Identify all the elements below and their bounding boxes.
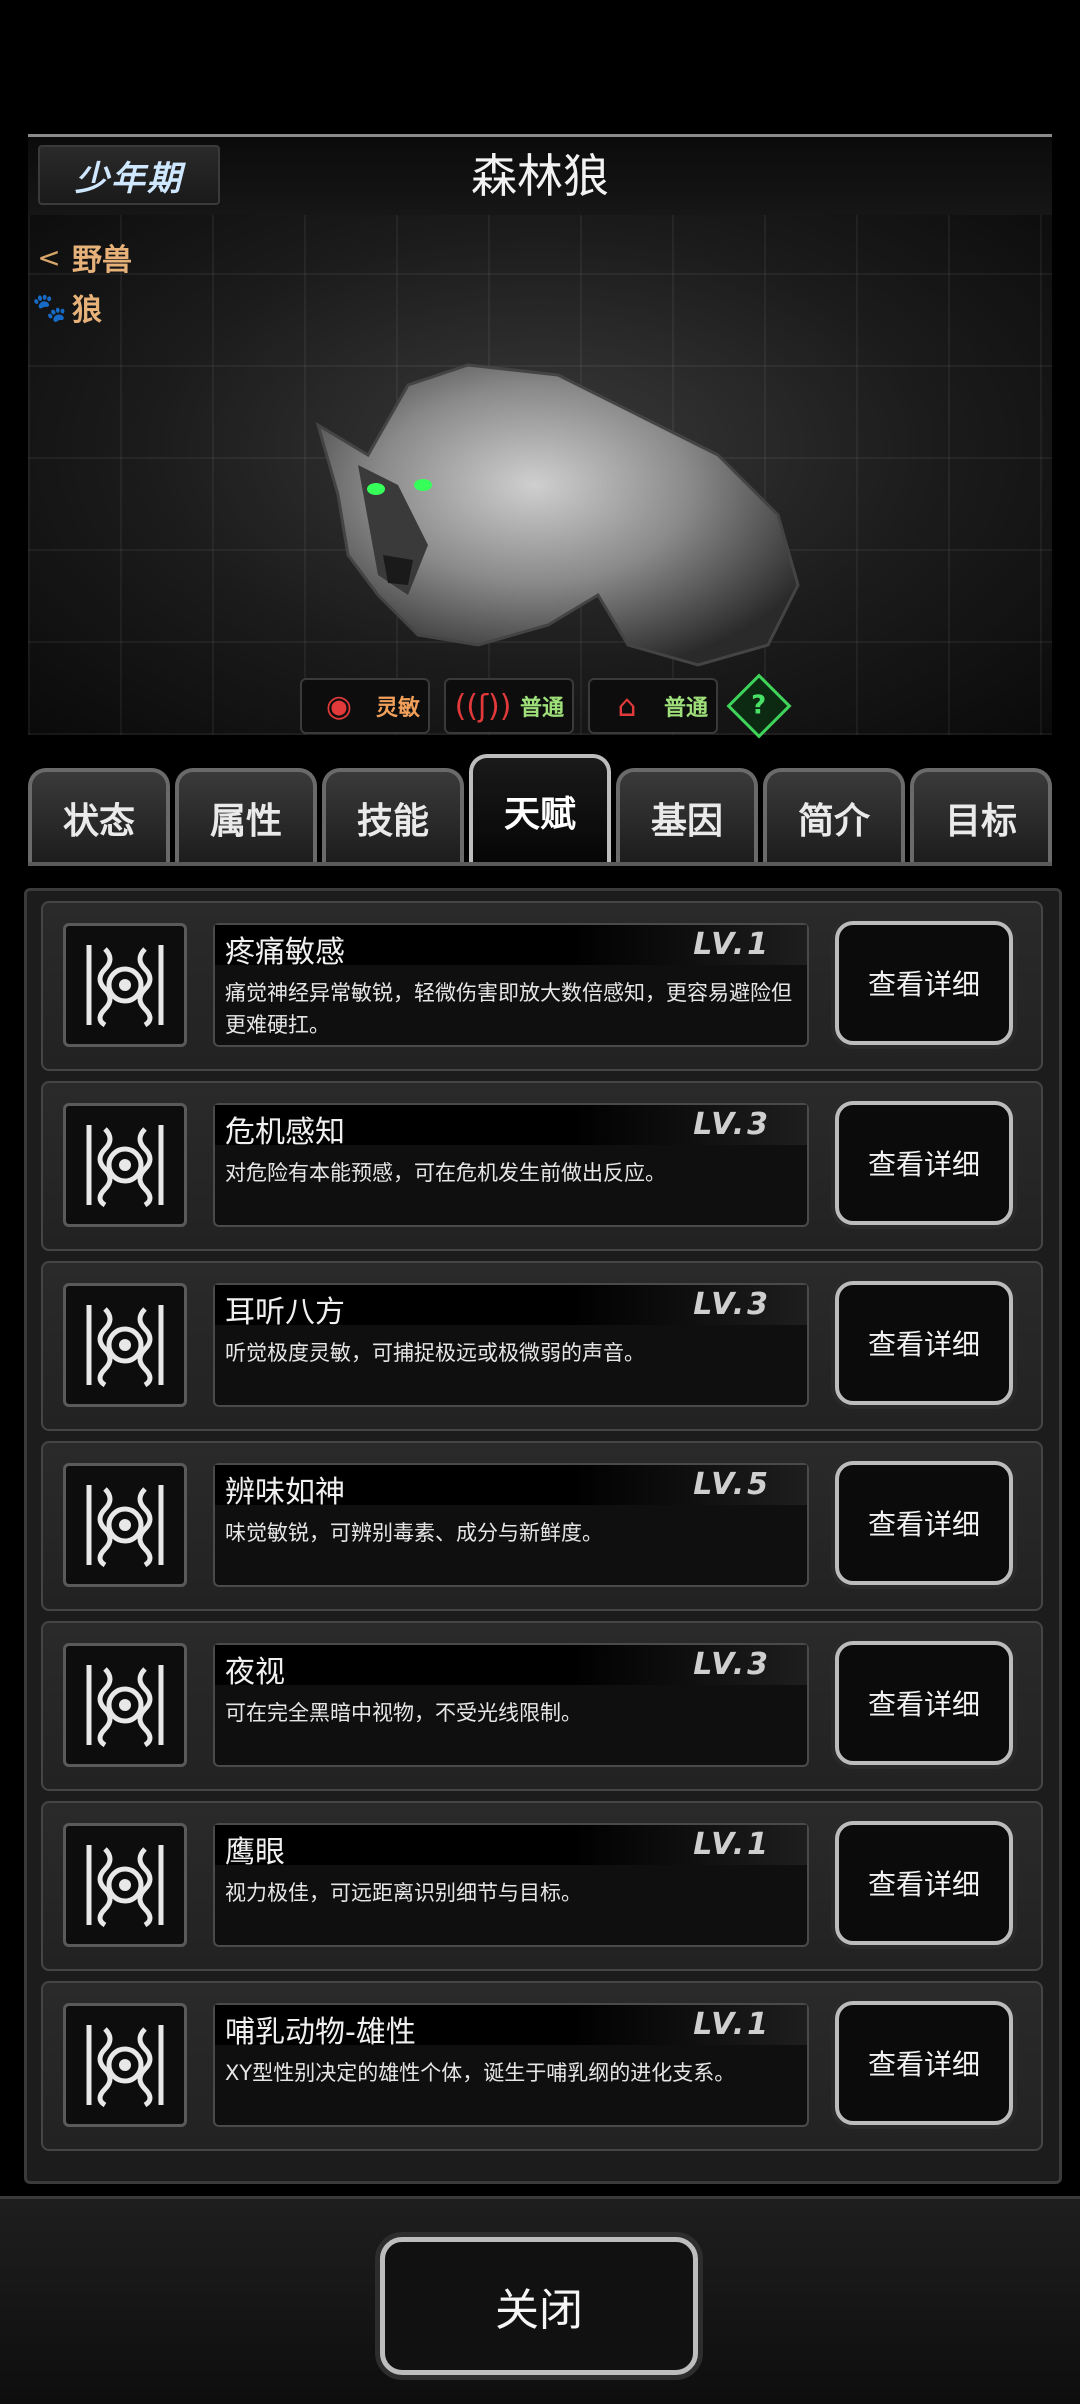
talent-row: 危机感知 LV.3 对危险有本能预感，可在危机发生前做出反应。 查看详细 xyxy=(41,1081,1043,1251)
talent-description: XY型性别决定的雄性个体，诞生于哺乳纲的进化支系。 xyxy=(225,2061,736,2085)
talent-description: 听觉极度灵敏，可捕捉极远或极微弱的声音。 xyxy=(225,1341,645,1365)
talent-emblem-icon xyxy=(63,1823,187,1947)
footer-bar: 关闭 xyxy=(0,2196,1080,2404)
tab-status[interactable]: 状态 xyxy=(28,768,170,864)
talent-level: LV.3 xyxy=(693,1647,771,1682)
talent-level: LV.1 xyxy=(693,927,771,962)
tag-species: 🐾 狼 xyxy=(32,285,102,329)
talent-name: 夜视 xyxy=(225,1655,285,1690)
talent-info: 耳听八方 LV.3 听觉极度灵敏，可捕捉极远或极微弱的声音。 xyxy=(213,1283,809,1407)
talent-description: 视力极佳，可远距离识别细节与目标。 xyxy=(225,1881,582,1905)
tab-intro[interactable]: 简介 xyxy=(763,768,905,864)
talent-name: 辨味如神 xyxy=(225,1475,345,1510)
talent-level: LV.1 xyxy=(693,1827,771,1862)
view-detail-button[interactable]: 查看详细 xyxy=(835,921,1013,1045)
talent-row: 疼痛敏感 LV.1 痛觉神经异常敏锐，轻微伤害即放大数倍感知，更容易避险但更难硬… xyxy=(41,901,1043,1071)
talent-emblem-icon xyxy=(63,923,187,1047)
talent-emblem-icon xyxy=(63,1283,187,1407)
sense-badges: ◉ 灵敏 ((ʃ)) 普通 ⌂ 普通 ? xyxy=(300,673,792,739)
tab-divider xyxy=(28,862,1052,866)
talent-description: 对危险有本能预感，可在危机发生前做出反应。 xyxy=(225,1161,666,1185)
talent-emblem-icon xyxy=(63,1103,187,1227)
talent-name-bar: 疼痛敏感 LV.1 xyxy=(215,925,807,970)
tag-label: 狼 xyxy=(72,293,102,328)
sense-badge-hearing[interactable]: ((ʃ)) 普通 xyxy=(444,678,575,734)
header-bar: 森林狼 少年期 xyxy=(28,134,1052,218)
talent-level: LV.5 xyxy=(693,1467,771,1502)
eye-icon: ◉ xyxy=(325,688,353,724)
view-detail-button[interactable]: 查看详细 xyxy=(835,1101,1013,1225)
talent-name: 疼痛敏感 xyxy=(225,935,345,970)
talent-row: 鹰眼 LV.1 视力极佳，可远距离识别细节与目标。 查看详细 xyxy=(41,1801,1043,1971)
sense-badge-sight[interactable]: ◉ 灵敏 xyxy=(300,678,431,734)
talent-name: 哺乳动物-雄性 xyxy=(225,2015,416,2050)
sense-badge-smell[interactable]: ⌂ 普通 xyxy=(588,678,719,734)
talent-emblem-icon xyxy=(63,1643,187,1767)
talent-level: LV.1 xyxy=(693,2007,771,2042)
creature-portrait: < 野兽 🐾 狼 ◉ 灵敏 ((ʃ)) 普通 ⌂ 普通 ? xyxy=(28,215,1052,739)
talent-name: 鹰眼 xyxy=(225,1835,285,1870)
talent-name: 危机感知 xyxy=(225,1115,345,1150)
tab-skills[interactable]: 技能 xyxy=(322,768,464,864)
tag-label: 野兽 xyxy=(72,243,132,278)
view-detail-button[interactable]: 查看详细 xyxy=(835,2001,1013,2125)
close-button[interactable]: 关闭 xyxy=(380,2237,698,2375)
sense-label: 灵敏 xyxy=(376,696,421,721)
talent-emblem-icon xyxy=(63,1463,187,1587)
talent-name-bar: 夜视 LV.3 xyxy=(215,1645,807,1690)
tab-talents[interactable]: 天赋 xyxy=(469,754,611,864)
tab-goals[interactable]: 目标 xyxy=(910,768,1052,864)
talent-description: 可在完全黑暗中视物，不受光线限制。 xyxy=(225,1701,582,1725)
talent-name: 耳听八方 xyxy=(225,1295,345,1330)
tab-bar: 状态 属性 技能 天赋 基因 简介 目标 xyxy=(28,754,1052,864)
view-detail-button[interactable]: 查看详细 xyxy=(835,1821,1013,1945)
talent-info: 哺乳动物-雄性 LV.1 XY型性别决定的雄性个体，诞生于哺乳纲的进化支系。 xyxy=(213,2003,809,2127)
talent-info: 辨味如神 LV.5 味觉敏锐，可辨别毒素、成分与新鲜度。 xyxy=(213,1463,809,1587)
talent-name-bar: 哺乳动物-雄性 LV.1 xyxy=(215,2005,807,2050)
share-icon: < xyxy=(37,240,61,274)
talent-row: 哺乳动物-雄性 LV.1 XY型性别决定的雄性个体，诞生于哺乳纲的进化支系。 查… xyxy=(41,1981,1043,2151)
talent-description: 痛觉神经异常敏锐，轻微伤害即放大数倍感知，更容易避险但更难硬扛。 xyxy=(225,981,792,1037)
question-icon: ? xyxy=(751,691,767,721)
talent-level: LV.3 xyxy=(693,1107,771,1142)
talent-info: 夜视 LV.3 可在完全黑暗中视物，不受光线限制。 xyxy=(213,1643,809,1767)
tab-attributes[interactable]: 属性 xyxy=(175,768,317,864)
talent-info: 鹰眼 LV.1 视力极佳，可远距离识别细节与目标。 xyxy=(213,1823,809,1947)
help-button[interactable]: ? xyxy=(726,673,792,739)
tag-category: < 野兽 xyxy=(32,235,132,279)
talent-info: 危机感知 LV.3 对危险有本能预感，可在危机发生前做出反应。 xyxy=(213,1103,809,1227)
sense-label: 普通 xyxy=(664,696,709,721)
tab-genes[interactable]: 基因 xyxy=(616,768,758,864)
view-detail-button[interactable]: 查看详细 xyxy=(835,1281,1013,1405)
talent-row: 耳听八方 LV.3 听觉极度灵敏，可捕捉极远或极微弱的声音。 查看详细 xyxy=(41,1261,1043,1431)
talent-name-bar: 耳听八方 LV.3 xyxy=(215,1285,807,1330)
talent-level: LV.3 xyxy=(693,1287,771,1322)
talent-row: 夜视 LV.3 可在完全黑暗中视物，不受光线限制。 查看详细 xyxy=(41,1621,1043,1791)
wolf-image xyxy=(315,363,800,667)
stage-badge: 少年期 xyxy=(38,145,220,205)
paw-icon: 🐾 xyxy=(32,290,67,324)
view-detail-button[interactable]: 查看详细 xyxy=(835,1641,1013,1765)
talent-description: 味觉敏锐，可辨别毒素、成分与新鲜度。 xyxy=(225,1521,603,1545)
talent-name-bar: 危机感知 LV.3 xyxy=(215,1105,807,1150)
talent-row: 辨味如神 LV.5 味觉敏锐，可辨别毒素、成分与新鲜度。 查看详细 xyxy=(41,1441,1043,1611)
nose-icon: ⌂ xyxy=(617,688,637,724)
sense-label: 普通 xyxy=(520,696,565,721)
view-detail-button[interactable]: 查看详细 xyxy=(835,1461,1013,1585)
talent-info: 疼痛敏感 LV.1 痛觉神经异常敏锐，轻微伤害即放大数倍感知，更容易避险但更难硬… xyxy=(213,923,809,1047)
talent-name-bar: 辨味如神 LV.5 xyxy=(215,1465,807,1510)
talent-name-bar: 鹰眼 LV.1 xyxy=(215,1825,807,1870)
talent-emblem-icon xyxy=(63,2003,187,2127)
talent-list[interactable]: 疼痛敏感 LV.1 痛觉神经异常敏锐，轻微伤害即放大数倍感知，更容易避险但更难硬… xyxy=(24,888,1062,2184)
ear-icon: ((ʃ)) xyxy=(454,688,512,724)
